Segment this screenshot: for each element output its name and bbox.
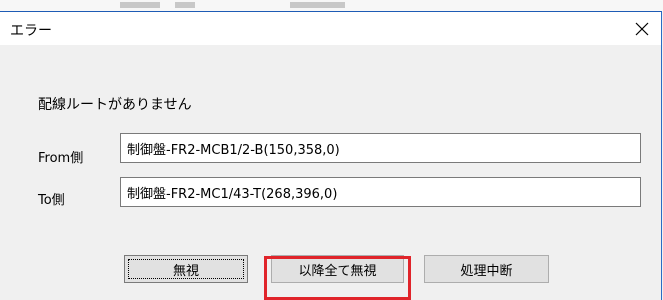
- error-dialog: エラー 配線ルートがありません From側 制御盤-FR2-MCB1/2-B(1…: [0, 11, 662, 300]
- ignore-button[interactable]: 無視: [124, 255, 248, 283]
- focus-ring: [128, 259, 244, 279]
- from-field[interactable]: 制御盤-FR2-MCB1/2-B(150,358,0): [120, 133, 641, 163]
- title-bar: エラー: [0, 12, 661, 45]
- abort-button[interactable]: 処理中断: [424, 255, 549, 283]
- highlight-box: [264, 256, 411, 300]
- error-message: 配線ルートがありません: [38, 97, 192, 113]
- abort-button-label: 処理中断: [460, 263, 513, 279]
- dialog-title: エラー: [10, 23, 52, 39]
- to-field[interactable]: 制御盤-FR2-MC1/43-T(268,396,0): [120, 177, 641, 207]
- to-label: To側: [38, 193, 65, 208]
- close-icon: [635, 22, 649, 36]
- from-label: From側: [38, 151, 84, 166]
- close-button[interactable]: [629, 16, 655, 42]
